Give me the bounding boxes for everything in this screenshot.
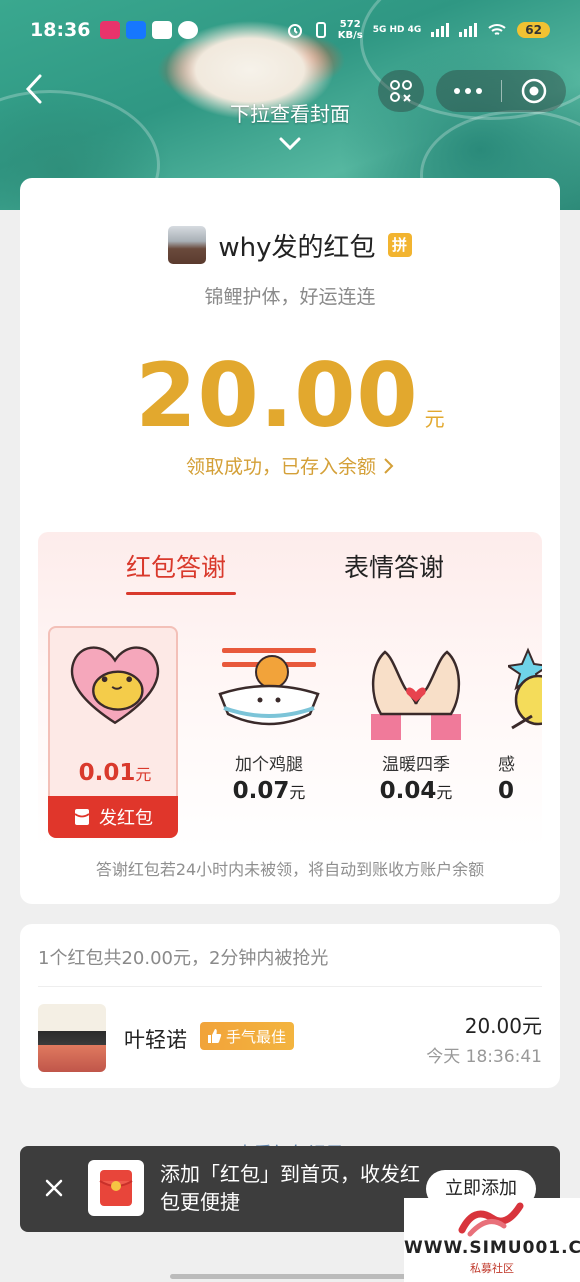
records-card: 1个红包共20.00元，2分钟内被抢光 叶轻诺 手气最佳 20.00元 今天 1… xyxy=(20,924,560,1088)
app-notification-icon xyxy=(178,21,199,39)
alipay-notification-icon xyxy=(126,21,147,39)
amount-unit: 元 xyxy=(424,407,445,431)
heart-hug-icon xyxy=(70,646,160,725)
star-thanks-icon xyxy=(508,647,542,730)
more-dots-icon xyxy=(454,88,483,94)
sticker-price-unit: 元 xyxy=(135,765,152,784)
thanks-note: 答谢红包若24小时内未被领，将自动到账收方账户余额 xyxy=(95,860,485,879)
app-notification-icon xyxy=(152,21,173,39)
blessing-text: 锦鲤护体，好运连连 xyxy=(204,286,376,308)
net-speed: 572 KB/s xyxy=(338,19,363,41)
chevron-right-icon xyxy=(384,458,394,474)
sender-avatar[interactable] xyxy=(168,226,207,264)
thanks-tabs: 红包答谢 表情答谢 xyxy=(38,548,542,598)
sticker-price: 0 xyxy=(498,778,518,804)
thanks-sticker-item[interactable]: 感 0 xyxy=(498,626,542,838)
status-time: 18:36 xyxy=(30,19,91,41)
best-luck-label: 手气最佳 xyxy=(226,1027,287,1046)
sticker-price: 0.01元 xyxy=(50,760,180,786)
record-amount: 20.00元 xyxy=(464,1014,542,1038)
close-icon[interactable] xyxy=(40,1174,68,1202)
chevron-down-icon xyxy=(279,137,301,151)
tab-sticker-thanks[interactable]: 表情答谢 xyxy=(344,548,444,584)
sticker-price: 0.07元 xyxy=(204,778,334,804)
best-luck-badge: 手气最佳 xyxy=(200,1022,295,1050)
wifi-icon xyxy=(488,24,506,35)
alarm-icon xyxy=(287,24,302,38)
divider xyxy=(38,986,542,987)
pin-badge: 拼 xyxy=(387,233,412,257)
signal-icon xyxy=(431,23,450,37)
signal-icon xyxy=(459,23,478,37)
toast-message: 添加「红包」到首页，收发红包更便捷 xyxy=(160,1162,420,1214)
watermark-subtext: 私募社区 xyxy=(470,1262,514,1275)
received-amount: 20.00 xyxy=(135,344,419,447)
received-text: 领取成功，已存入余额 xyxy=(185,456,376,478)
amount-row: 20.00 元 xyxy=(20,344,560,447)
thanks-sticker-item[interactable]: 加个鸡腿 0.07元 xyxy=(204,626,334,838)
status-app-icons xyxy=(100,21,199,39)
records-summary: 1个红包共20.00元，2分钟内被抢光 xyxy=(38,948,329,969)
active-tab-indicator xyxy=(126,592,236,595)
send-thanks-red-packet-button[interactable]: 发红包 xyxy=(48,796,178,838)
record-time: 今天 18:36:41 xyxy=(426,1047,542,1067)
sticker-price: 0.04元 xyxy=(351,778,481,804)
sticker-price-value: 0.07 xyxy=(232,778,290,804)
sticker-label: 温暖四季 xyxy=(382,755,450,775)
thanks-sticker-item[interactable]: 0.01元 发红包 xyxy=(48,626,180,838)
sticker-price-value: 0.04 xyxy=(379,778,437,804)
watermark-text: WWW.SIMU001.CN xyxy=(404,1238,580,1258)
net-speed-value: 572 xyxy=(339,19,361,30)
thanks-sticker-item[interactable]: 温暖四季 0.04元 xyxy=(351,626,481,838)
red-packet-icon xyxy=(74,809,90,825)
sticker-price-unit: 元 xyxy=(436,783,453,802)
status-bar: 18:36 572 KB/s 5G HD 4G 62 xyxy=(0,0,580,60)
battery-indicator: 62 xyxy=(517,22,550,38)
heart-hands-icon xyxy=(371,650,461,740)
red-packet-app-icon xyxy=(88,1160,144,1216)
received-balance-link[interactable]: 领取成功，已存入余额 xyxy=(20,452,560,479)
vibrate-icon xyxy=(315,22,326,38)
sticker-price-value: 0.01 xyxy=(78,760,136,786)
thanks-panel: 红包答谢 表情答谢 0.01元 发红包 加个鸡腿 0.07元 温暖四季 0.04… xyxy=(38,532,542,848)
network-labels: 5G HD 4G xyxy=(372,25,422,35)
sticker-label: 感 xyxy=(498,755,515,775)
net-speed-unit: KB/s xyxy=(337,30,363,41)
sticker-price-value: 0 xyxy=(498,778,515,804)
home-indicator xyxy=(170,1274,410,1279)
site-watermark: WWW.SIMU001.CN 私募社区 xyxy=(404,1198,580,1282)
send-button-label: 发红包 xyxy=(99,808,153,829)
app-notification-icon xyxy=(100,21,121,39)
avatar[interactable] xyxy=(38,1004,106,1072)
red-packet-card: why发的红包 拼 锦鲤护体，好运连连 20.00 元 领取成功，已存入余额 红包… xyxy=(20,178,560,904)
sender-name: why发的红包 xyxy=(218,232,376,263)
sender-row: why发的红包 拼 xyxy=(20,226,560,264)
watermark-logo-icon xyxy=(458,1202,524,1237)
pull-down-hint: 下拉查看封面 xyxy=(230,102,350,126)
sticker-label: 加个鸡腿 xyxy=(235,755,303,775)
record-name: 叶轻诺 xyxy=(124,1028,187,1052)
sticker-price-unit: 元 xyxy=(289,783,306,802)
thanks-sticker-list: 0.01元 发红包 加个鸡腿 0.07元 温暖四季 0.04元 感 0 xyxy=(48,626,542,838)
drumstick-rice-icon xyxy=(218,648,320,726)
tab-red-packet-thanks[interactable]: 红包答谢 xyxy=(126,548,226,584)
thumbs-up-icon xyxy=(208,1029,222,1043)
